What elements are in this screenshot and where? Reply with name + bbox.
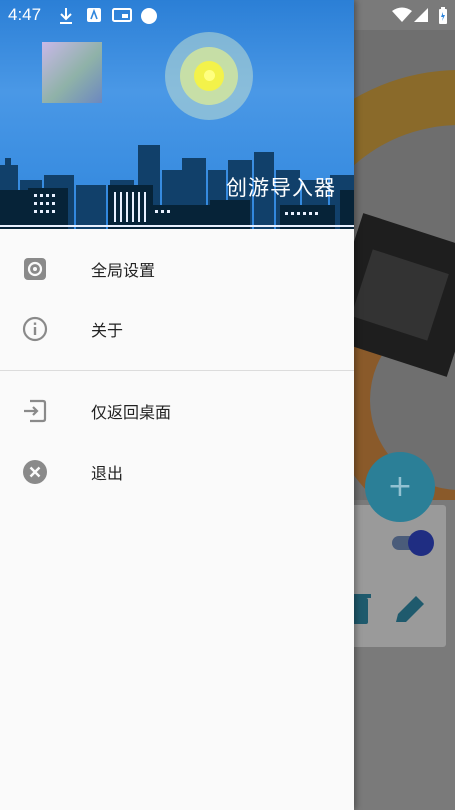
menu-item-about[interactable]: 关于 [0,298,354,358]
cast-icon [112,7,132,27]
menu-item-global-settings[interactable]: 全局设置 [0,238,354,298]
close-circle-icon [22,459,48,485]
settings-gear-icon [22,256,48,282]
drawer-header: 创游导入器 [0,0,354,229]
add-fab-button: + [365,452,435,522]
download-icon [58,7,74,29]
status-bar: 4:47 [0,0,455,30]
edit-icon [392,592,428,630]
menu-divider [0,370,354,371]
menu-item-exit[interactable]: 退出 [0,441,354,501]
background-toggle-thumb [408,530,434,556]
menu-item-return-home[interactable]: 仅返回桌面 [0,380,354,440]
navigation-drawer: 创游导入器 全局设置 关于 仅返回桌面 退出 [0,0,354,810]
avatar[interactable] [42,42,102,103]
signal-icon [413,7,429,27]
info-icon [22,316,48,342]
app-title: 创游导入器 [226,176,336,200]
menu-item-label: 仅返回桌面 [91,403,172,422]
wifi-icon [392,7,412,27]
menu-item-label: 全局设置 [91,261,156,280]
battery-charging-icon [438,7,448,29]
menu-item-label: 关于 [91,321,124,340]
menu-item-label: 退出 [91,464,124,483]
a-box-icon [86,7,102,27]
circle-icon [140,7,158,29]
status-time: 4:47 [8,5,42,24]
exit-to-app-icon [22,398,48,424]
